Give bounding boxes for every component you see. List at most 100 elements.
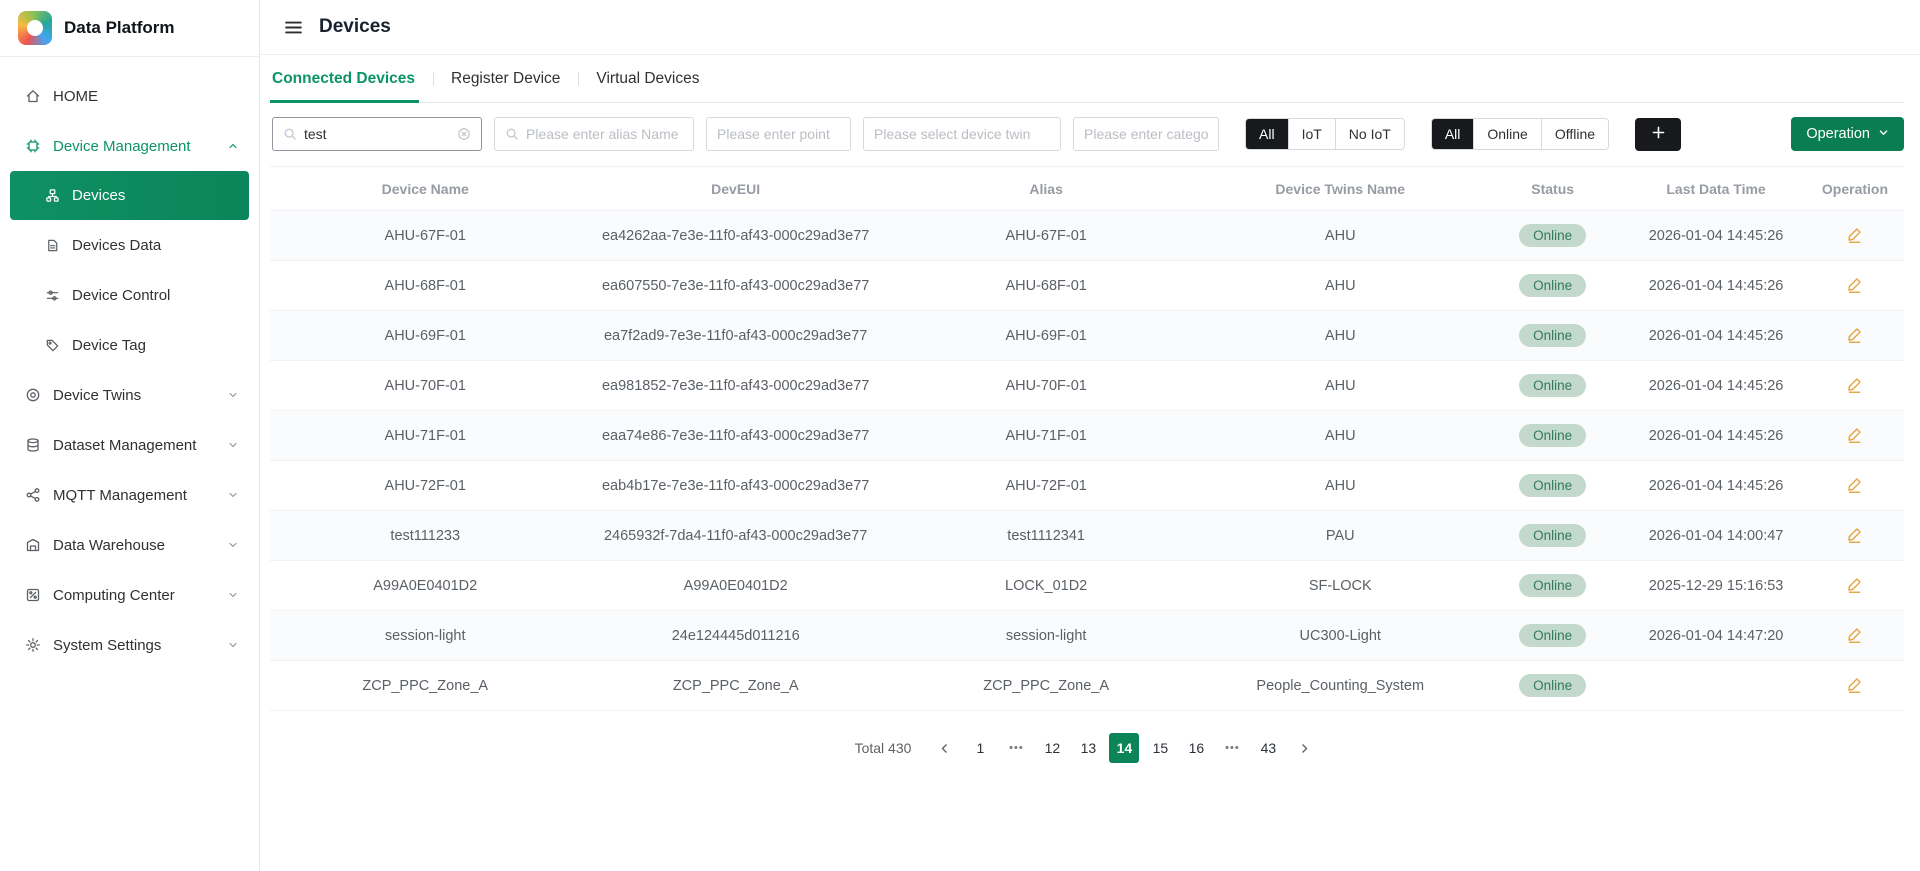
menu-toggle-icon[interactable]: [284, 18, 303, 37]
iot-filter-iot[interactable]: IoT: [1287, 119, 1335, 149]
last-data-time: 2026-01-04 14:45:26: [1626, 210, 1806, 261]
alias-input[interactable]: [526, 126, 683, 142]
tab-virtual-devices[interactable]: Virtual Devices: [578, 55, 717, 102]
deveui: A99A0E0401D2: [580, 560, 891, 611]
alias: AHU-72F-01: [890, 460, 1202, 511]
last-data-time: 2026-01-04 14:45:26: [1626, 460, 1806, 511]
add-device-button[interactable]: [1635, 117, 1682, 151]
deveui: 24e124445d011216: [580, 610, 891, 661]
edit-icon[interactable]: [1844, 574, 1865, 595]
filter-bar: All IoT No IoT All Online Offline Oper: [272, 117, 1904, 151]
page-button-15[interactable]: 15: [1145, 733, 1175, 763]
sidebar-item-home[interactable]: HOME: [0, 71, 259, 121]
last-data-time: [1626, 660, 1806, 711]
device-twin: UC300-Light: [1201, 610, 1480, 661]
device-search-input[interactable]: [304, 126, 450, 142]
sidebar-item-mqtt-management[interactable]: MQTT Management: [0, 470, 259, 520]
logo-row: Data Platform: [0, 0, 259, 57]
iot-filter-group: All IoT No IoT: [1245, 118, 1405, 150]
operation-cell: [1805, 510, 1904, 561]
page-button-43[interactable]: 43: [1253, 733, 1283, 763]
status-badge: Online: [1519, 274, 1587, 297]
sidebar-item-dataset-management[interactable]: Dataset Management: [0, 420, 259, 470]
device-twin: AHU: [1201, 360, 1480, 411]
device-twin: AHU: [1201, 310, 1480, 361]
alias: LOCK_01D2: [890, 560, 1202, 611]
page-button-13[interactable]: 13: [1073, 733, 1103, 763]
page-button-14-current[interactable]: 14: [1109, 733, 1140, 763]
chevron-down-icon: [227, 589, 239, 601]
status-cell: Online: [1479, 210, 1627, 261]
tab-register-device[interactable]: Register Device: [433, 55, 578, 102]
sidebar-item-computing-center[interactable]: Computing Center: [0, 570, 259, 620]
sidebar-item-devices[interactable]: Devices: [10, 171, 249, 220]
operation-cell: [1805, 410, 1904, 461]
status-cell: Online: [1479, 260, 1627, 311]
status-badge: Online: [1519, 224, 1587, 247]
sidebar-item-label: HOME: [53, 87, 98, 105]
alias: AHU-68F-01: [890, 260, 1202, 311]
clear-icon[interactable]: [457, 127, 471, 141]
edit-icon[interactable]: [1844, 474, 1865, 495]
status-badge: Online: [1519, 624, 1587, 647]
next-page-button[interactable]: [1289, 733, 1319, 763]
sidebar-item-device-management[interactable]: Device Management: [0, 121, 259, 171]
operation-cell: [1805, 560, 1904, 611]
edit-icon[interactable]: [1844, 524, 1865, 545]
edit-icon[interactable]: [1844, 424, 1865, 445]
page-button-16[interactable]: 16: [1181, 733, 1211, 763]
pagination-ellipsis-left[interactable]: •••: [1001, 733, 1031, 763]
sidebar-item-system-settings[interactable]: System Settings: [0, 620, 259, 670]
page-button-1[interactable]: 1: [965, 733, 995, 763]
page-button-12[interactable]: 12: [1037, 733, 1067, 763]
app-logo-icon: [18, 11, 52, 45]
status-filter-online[interactable]: Online: [1473, 119, 1541, 149]
alias: AHU-67F-01: [890, 210, 1202, 261]
pagination-ellipsis-right[interactable]: •••: [1217, 733, 1247, 763]
status-cell: Online: [1479, 310, 1627, 361]
sidebar-item-label: Devices: [72, 187, 126, 204]
point-input[interactable]: [717, 126, 840, 142]
category-field: [1073, 117, 1219, 151]
device-twin: SF-LOCK: [1201, 560, 1480, 611]
device-twin-input[interactable]: [874, 126, 1050, 142]
device-name: AHU-69F-01: [270, 310, 581, 361]
operation-button-label: Operation: [1806, 126, 1870, 142]
device-twin: PAU: [1201, 510, 1480, 561]
deveui: ea4262aa-7e3e-11f0-af43-000c29ad3e77: [580, 210, 891, 261]
chevron-up-icon: [227, 140, 239, 152]
alias: ZCP_PPC_Zone_A: [890, 660, 1202, 711]
edit-icon[interactable]: [1844, 374, 1865, 395]
col-status: Status: [1479, 166, 1627, 211]
sidebar-item-devices-data[interactable]: Devices Data: [0, 220, 259, 270]
prev-page-button[interactable]: [929, 733, 959, 763]
status-cell: Online: [1479, 410, 1627, 461]
sidebar-item-device-control[interactable]: Device Control: [0, 270, 259, 320]
edit-icon[interactable]: [1844, 224, 1865, 245]
last-data-time: 2026-01-04 14:47:20: [1626, 610, 1806, 661]
sidebar-item-device-twins[interactable]: Device Twins: [0, 370, 259, 420]
iot-filter-all[interactable]: All: [1246, 119, 1288, 149]
edit-icon[interactable]: [1844, 324, 1865, 345]
deveui: ZCP_PPC_Zone_A: [580, 660, 891, 711]
status-filter-all[interactable]: All: [1431, 119, 1474, 149]
sidebar-item-data-warehouse[interactable]: Data Warehouse: [0, 520, 259, 570]
edit-icon[interactable]: [1844, 274, 1865, 295]
iot-filter-no-iot[interactable]: No IoT: [1334, 119, 1404, 149]
screen: Data Platform HOME Device Management Dev…: [0, 0, 1920, 871]
status-cell: Online: [1479, 360, 1627, 411]
tabs: Connected Devices Register Device Virtua…: [270, 55, 1904, 103]
sidebar-menu: HOME Device Management Devices Devices D…: [0, 57, 259, 670]
tab-connected-devices[interactable]: Connected Devices: [270, 55, 433, 103]
edit-icon[interactable]: [1844, 624, 1865, 645]
sidebar-item-device-tag[interactable]: Device Tag: [0, 320, 259, 370]
edit-icon[interactable]: [1844, 674, 1865, 695]
status-filter-offline[interactable]: Offline: [1540, 119, 1609, 149]
operation-button[interactable]: Operation: [1791, 117, 1904, 151]
col-device-name: Device Name: [270, 166, 581, 211]
device-name: ZCP_PPC_Zone_A: [270, 660, 581, 711]
category-input[interactable]: [1084, 126, 1208, 142]
device-search-field: [272, 117, 482, 151]
sidebar-item-label: Device Management: [53, 137, 191, 155]
last-data-time: 2026-01-04 14:45:26: [1626, 360, 1806, 411]
